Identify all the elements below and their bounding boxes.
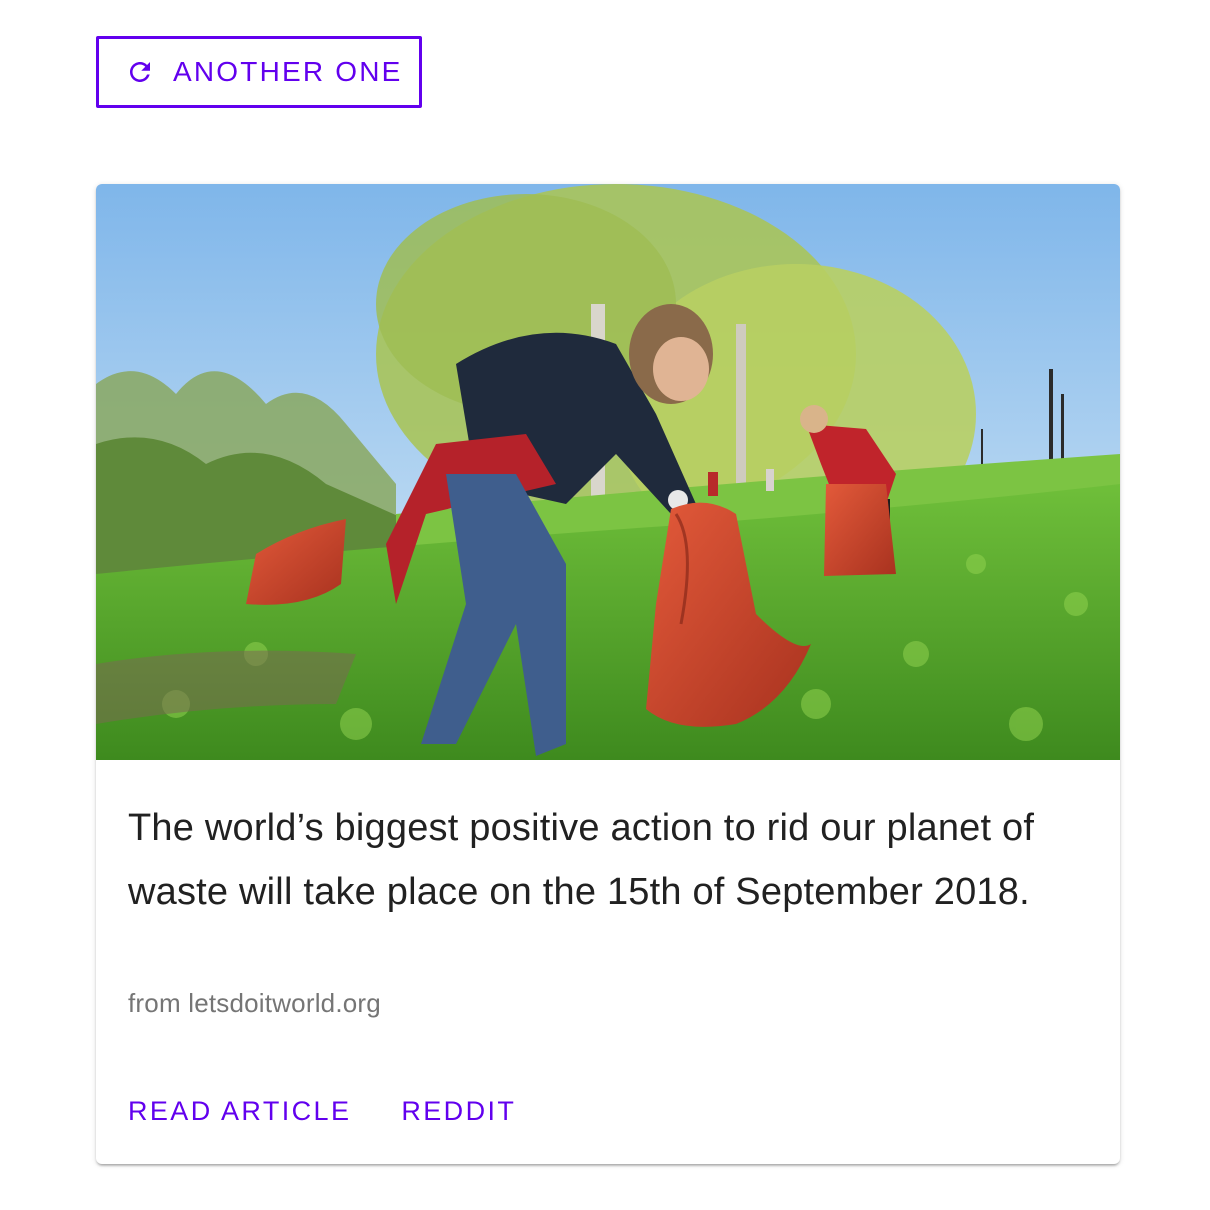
another-one-label: ANOTHER ONE — [173, 56, 403, 87]
refresh-icon — [130, 62, 150, 82]
article-title: The world’s biggest positive action to r… — [128, 807, 1035, 913]
article-source: from letsdoitworld.org — [128, 988, 381, 1018]
read-article-button[interactable]: READ ARTICLE — [128, 1092, 351, 1131]
another-one-button[interactable]: ANOTHER ONE — [96, 36, 422, 108]
reddit-button[interactable]: REDDIT — [401, 1092, 516, 1131]
card-actions: READ ARTICLE REDDIT — [128, 1092, 566, 1131]
article-image — [96, 184, 1120, 760]
article-card: The world’s biggest positive action to r… — [96, 184, 1120, 1164]
